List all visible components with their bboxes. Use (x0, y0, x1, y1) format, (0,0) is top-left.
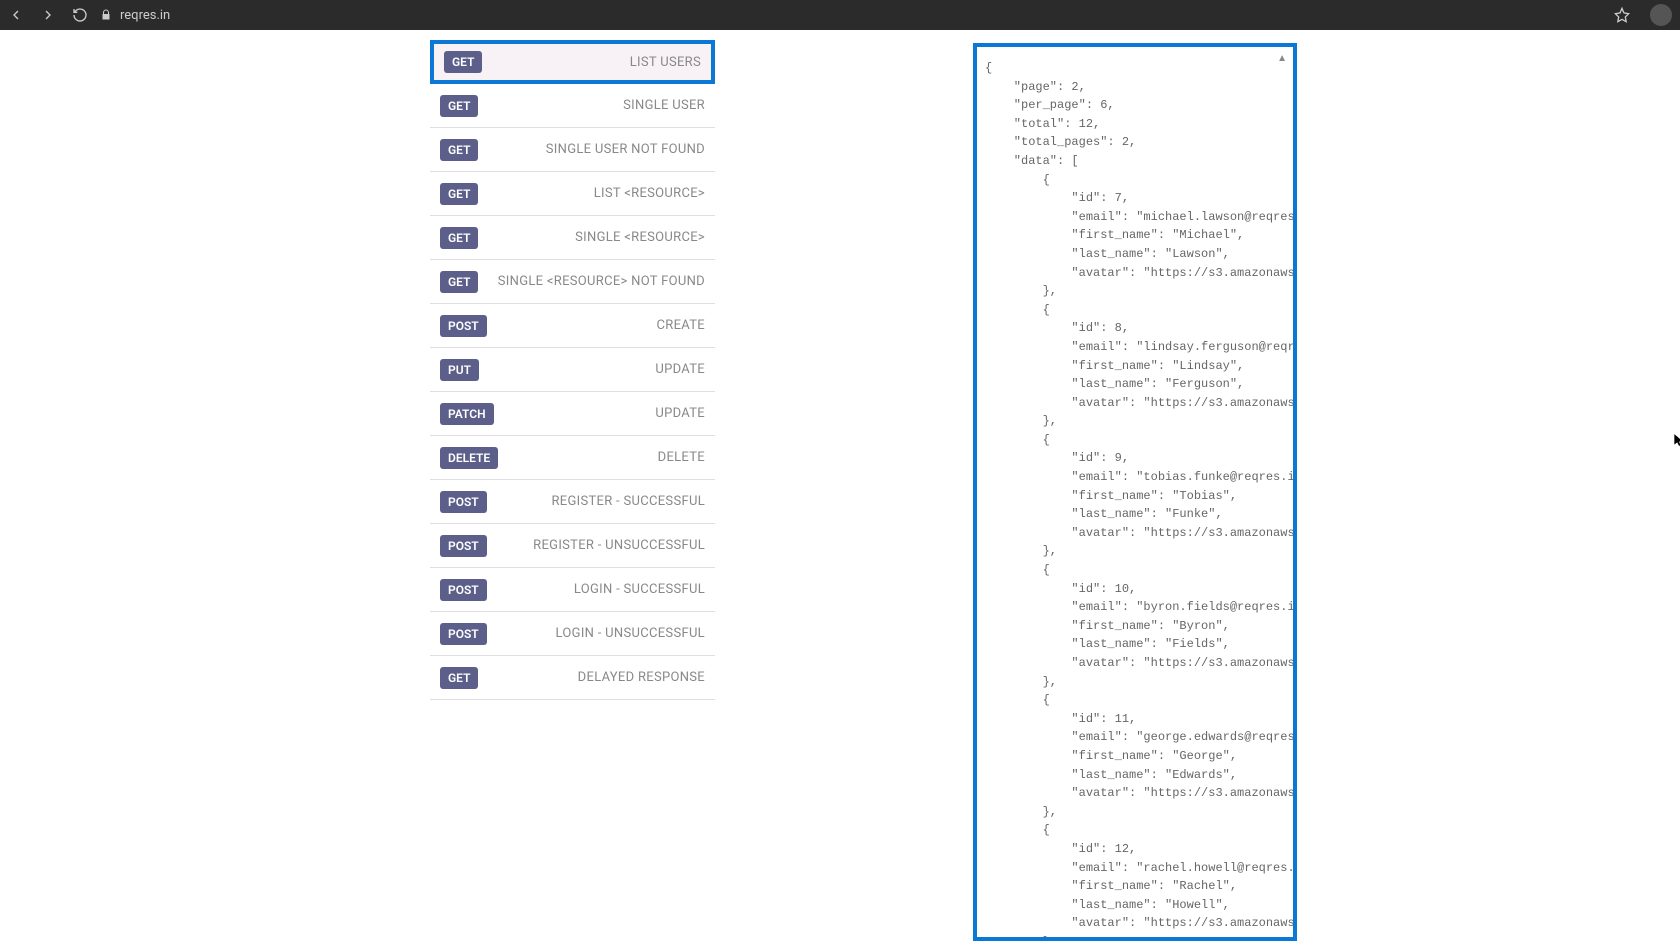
scroll-up-icon[interactable]: ▲ (1277, 53, 1287, 64)
url-text: reqres.in (120, 8, 170, 23)
endpoint-row[interactable]: GET LIST <RESOURCE> (430, 172, 715, 216)
method-badge: POST (440, 535, 487, 557)
endpoint-row[interactable]: POST LOGIN - UNSUCCESSFUL (430, 612, 715, 656)
mouse-cursor-icon (1672, 431, 1680, 449)
method-badge: GET (440, 183, 478, 205)
endpoint-row[interactable]: PATCH UPDATE (430, 392, 715, 436)
endpoint-label: SINGLE USER NOT FOUND (546, 142, 705, 157)
endpoint-row[interactable]: GET SINGLE USER NOT FOUND (430, 128, 715, 172)
method-badge: GET (440, 95, 478, 117)
endpoint-row[interactable]: POST REGISTER - SUCCESSFUL (430, 480, 715, 524)
main-content: GET LIST USERS GET SINGLE USER GET SINGLE USE… (0, 30, 1680, 941)
method-badge: POST (440, 315, 487, 337)
endpoint-row[interactable]: GET SINGLE <RESOURCE> (430, 216, 715, 260)
method-badge: GET (444, 51, 482, 73)
address-bar[interactable]: reqres.in (100, 8, 1602, 23)
browser-toolbar: reqres.in (0, 0, 1680, 30)
reload-icon[interactable] (72, 7, 88, 23)
method-badge: DELETE (440, 447, 498, 469)
endpoint-label: LIST USERS (630, 55, 701, 70)
endpoint-label: LOGIN - SUCCESSFUL (574, 582, 705, 597)
endpoint-row[interactable]: GET DELAYED RESPONSE (430, 656, 715, 700)
endpoint-label: UPDATE (655, 406, 705, 421)
endpoint-label: SINGLE <RESOURCE> NOT FOUND (498, 274, 705, 289)
endpoint-label: REGISTER - UNSUCCESSFUL (533, 538, 705, 553)
endpoint-label: CREATE (657, 318, 705, 333)
endpoint-label: LOGIN - UNSUCCESSFUL (556, 626, 705, 641)
endpoint-row[interactable]: POST REGISTER - UNSUCCESSFUL (430, 524, 715, 568)
nav-buttons (8, 7, 88, 23)
endpoint-row[interactable]: DELETE DELETE (430, 436, 715, 480)
method-badge: GET (440, 271, 478, 293)
response-body: { "page": 2, "per_page": 6, "total": 12,… (985, 59, 1285, 937)
response-scroll[interactable]: { "page": 2, "per_page": 6, "total": 12,… (977, 47, 1293, 937)
back-icon[interactable] (8, 7, 24, 23)
endpoint-row[interactable]: GET SINGLE USER (430, 84, 715, 128)
method-badge: GET (440, 139, 478, 161)
endpoint-label: DELETE (658, 450, 705, 465)
forward-icon[interactable] (40, 7, 56, 23)
endpoint-row[interactable]: PUT UPDATE (430, 348, 715, 392)
endpoint-row[interactable]: POST LOGIN - SUCCESSFUL (430, 568, 715, 612)
endpoint-row[interactable]: POST CREATE (430, 304, 715, 348)
lock-icon (100, 9, 112, 21)
method-badge: GET (440, 667, 478, 689)
method-badge: POST (440, 623, 487, 645)
endpoint-row[interactable]: GET LIST USERS (430, 40, 715, 84)
endpoint-label: REGISTER - SUCCESSFUL (551, 494, 705, 509)
method-badge: POST (440, 579, 487, 601)
response-panel: ▲ { "page": 2, "per_page": 6, "total": 1… (973, 43, 1297, 941)
star-icon[interactable] (1614, 7, 1630, 23)
profile-avatar[interactable] (1650, 4, 1672, 26)
method-badge: POST (440, 491, 487, 513)
endpoint-label: SINGLE USER (623, 98, 705, 113)
method-badge: PUT (440, 359, 479, 381)
method-badge: PATCH (440, 403, 494, 425)
endpoint-label: LIST <RESOURCE> (594, 186, 705, 201)
endpoint-list: GET LIST USERS GET SINGLE USER GET SINGLE USE… (430, 40, 715, 941)
endpoint-label: SINGLE <RESOURCE> (575, 230, 705, 245)
endpoint-row[interactable]: GET SINGLE <RESOURCE> NOT FOUND (430, 260, 715, 304)
endpoint-label: DELAYED RESPONSE (578, 670, 705, 685)
endpoint-label: UPDATE (655, 362, 705, 377)
method-badge: GET (440, 227, 478, 249)
